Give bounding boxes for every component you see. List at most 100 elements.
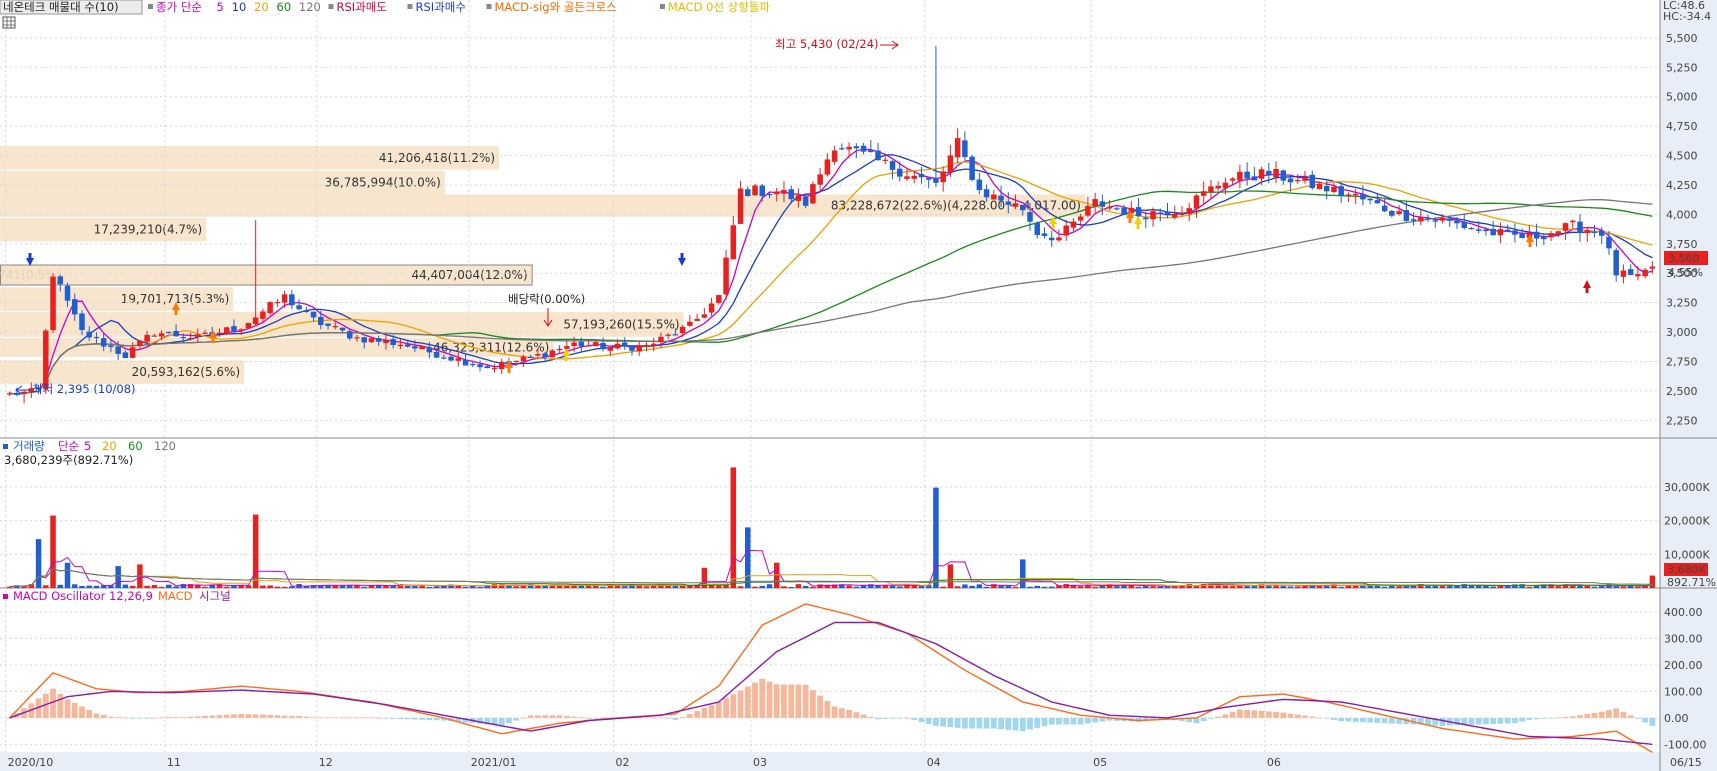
volume-bar xyxy=(1635,586,1641,588)
candle xyxy=(846,146,852,150)
candle xyxy=(202,332,208,334)
candle xyxy=(1070,221,1077,228)
candle xyxy=(556,348,563,351)
volume-bar xyxy=(260,585,266,588)
oscillator-bar xyxy=(875,717,881,720)
oscillator-bar xyxy=(1200,717,1207,721)
volume-bar xyxy=(759,585,765,588)
volume-tick-label: 20,000K xyxy=(1664,515,1710,528)
oscillator-bar xyxy=(925,717,932,724)
volume-bar xyxy=(1012,586,1019,588)
oscillator-bar xyxy=(990,717,997,729)
candle xyxy=(412,346,418,349)
oscillator-bar xyxy=(1374,717,1381,723)
oscillator-bar xyxy=(679,716,686,718)
volume-bar xyxy=(520,586,527,588)
oscillator-bar xyxy=(853,712,860,718)
price-tick-label: 4,250 xyxy=(1666,179,1698,192)
oscillator-bar xyxy=(1309,716,1316,718)
candle xyxy=(1323,186,1330,192)
oscillator-bar xyxy=(759,678,766,718)
volume-bar xyxy=(1150,586,1156,588)
macd-tick-label: 200.00 xyxy=(1664,659,1703,672)
macd-tick-label: 300.00 xyxy=(1664,632,1703,645)
candle xyxy=(361,337,367,343)
volume-bar xyxy=(426,586,433,588)
oscillator-bar xyxy=(1056,717,1062,725)
candle xyxy=(535,353,541,356)
oscillator-bar xyxy=(904,717,910,719)
candle xyxy=(513,360,519,363)
oscillator-bar xyxy=(730,694,737,718)
volume-bar xyxy=(802,585,809,588)
volume-bar xyxy=(1280,585,1287,588)
candle xyxy=(390,339,396,345)
oscillator-bar xyxy=(498,717,505,726)
oscillator-bar xyxy=(933,717,939,726)
candle xyxy=(1425,217,1431,219)
date-tick-label: 05 xyxy=(1093,756,1107,769)
oscillator-bar xyxy=(1497,717,1504,724)
candle xyxy=(1143,217,1149,220)
candle xyxy=(448,356,454,361)
candle xyxy=(991,194,997,200)
candle xyxy=(745,189,751,196)
volume-bar xyxy=(947,564,954,588)
candle xyxy=(1077,216,1084,221)
oscillator-bar xyxy=(1027,717,1033,730)
candle xyxy=(897,168,903,177)
candle xyxy=(1215,185,1221,189)
candle xyxy=(564,346,570,349)
oscillator-bar xyxy=(737,690,744,718)
oscillator-bar xyxy=(1215,716,1222,718)
stock-chart-canvas[interactable]: 1,887,741(0.5%)17,239,210(4.7%)19,701,71… xyxy=(0,0,1717,771)
oscillator-bar xyxy=(817,695,824,718)
oscillator-bar xyxy=(303,716,310,718)
oscillator-bar xyxy=(144,717,151,719)
candle xyxy=(383,340,389,344)
x-axis-panel xyxy=(0,752,1717,771)
oscillator-bar xyxy=(665,717,672,719)
oscillator-bar xyxy=(520,717,527,719)
volume-bar xyxy=(252,514,259,588)
candle xyxy=(940,171,946,183)
oscillator-bar xyxy=(426,717,433,721)
oscillator-bar xyxy=(882,717,889,719)
oscillator-bar xyxy=(643,717,650,719)
candle xyxy=(1504,229,1511,231)
oscillator-bar xyxy=(795,684,802,718)
oscillator-bar xyxy=(1099,717,1106,722)
oscillator-bar xyxy=(672,717,679,720)
volume-bar xyxy=(93,585,100,588)
volume-bar xyxy=(1389,585,1395,588)
volume-bar xyxy=(1439,586,1446,588)
oscillator-bar xyxy=(744,686,751,718)
candle xyxy=(802,196,809,206)
legend-marker xyxy=(486,4,492,9)
candle xyxy=(860,145,867,152)
candle xyxy=(925,177,932,180)
volume-bar xyxy=(1352,585,1359,588)
candle xyxy=(1635,274,1641,277)
legend-item: 10 xyxy=(232,0,247,14)
candle xyxy=(1229,178,1236,181)
candle xyxy=(1345,194,1352,196)
oscillator-bar xyxy=(1280,712,1287,718)
oscillator-bar xyxy=(1562,716,1569,718)
volume-bar xyxy=(1432,585,1439,588)
oscillator-bar xyxy=(404,717,411,720)
volume-bar xyxy=(846,585,852,588)
candle xyxy=(14,392,20,395)
candle xyxy=(1562,223,1569,231)
oscillator-bar xyxy=(1287,713,1294,718)
price-tick-label: 3,250 xyxy=(1666,297,1698,310)
candle xyxy=(1627,269,1634,275)
oscillator-bar xyxy=(976,717,983,729)
oscillator-bar xyxy=(6,717,13,719)
candle xyxy=(281,294,288,303)
oscillator-bar xyxy=(332,717,339,719)
candle xyxy=(918,174,925,178)
grid-toggle-icon[interactable] xyxy=(2,16,16,29)
volume-bar xyxy=(303,586,310,588)
candle xyxy=(1447,218,1453,221)
